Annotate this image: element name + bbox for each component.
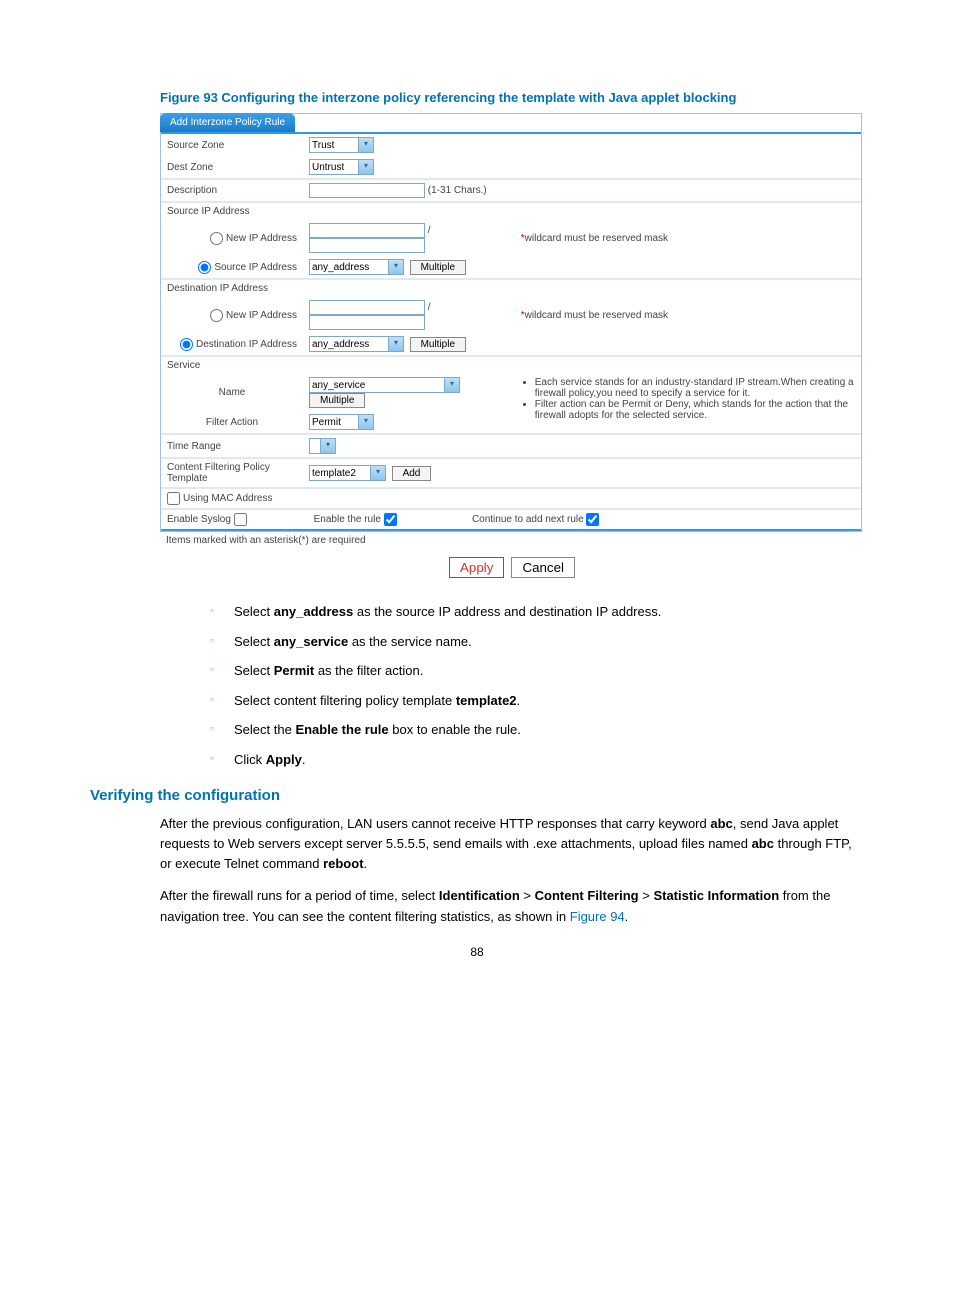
- label-source-zone: Source Zone: [161, 134, 303, 156]
- label-content-filter: Content Filtering Policy Template: [161, 459, 303, 487]
- service-multiple-button[interactable]: Multiple: [309, 393, 365, 408]
- chevron-down-icon: ▾: [358, 160, 373, 174]
- cancel-button[interactable]: Cancel: [511, 557, 575, 578]
- dst-new-ip-radio[interactable]: [210, 309, 223, 322]
- enable-rule-checkbox[interactable]: [384, 513, 397, 526]
- src-new-ip-radio[interactable]: [210, 232, 223, 245]
- filter-action-select[interactable]: ▾: [309, 414, 374, 430]
- using-mac-checkbox[interactable]: [167, 492, 180, 505]
- desc-hint: (1-31 Chars.): [428, 185, 487, 196]
- src-address-select[interactable]: ▾: [309, 259, 404, 275]
- chevron-down-icon: ▾: [320, 439, 335, 453]
- verify-para-2: After the firewall runs for a period of …: [160, 886, 864, 926]
- figure-94-link[interactable]: Figure 94: [570, 909, 625, 924]
- label-description: Description: [161, 180, 303, 201]
- src-mask-input[interactable]: [309, 238, 425, 253]
- figure-caption: Figure 93 Configuring the interzone poli…: [160, 90, 864, 105]
- template-add-button[interactable]: Add: [392, 466, 432, 481]
- dst-address-select[interactable]: ▾: [309, 336, 404, 352]
- label-time-range: Time Range: [161, 435, 303, 457]
- label-dest-zone: Dest Zone: [161, 156, 303, 178]
- apply-button[interactable]: Apply: [449, 557, 504, 578]
- src-address-radio[interactable]: [198, 261, 211, 274]
- chevron-down-icon: ▾: [388, 337, 403, 351]
- verify-para-1: After the previous configuration, LAN us…: [160, 814, 864, 874]
- dest-zone-select[interactable]: ▾: [309, 159, 374, 175]
- service-header: Service: [161, 357, 861, 374]
- chevron-down-icon: ▾: [358, 415, 373, 429]
- dst-ip-input[interactable]: [309, 300, 425, 315]
- chevron-down-icon: ▾: [388, 260, 403, 274]
- description-input[interactable]: [309, 183, 425, 198]
- config-panel: Add Interzone Policy Rule Source Zone ▾ …: [160, 113, 862, 532]
- dst-mask-input[interactable]: [309, 315, 425, 330]
- source-ip-header: Source IP Address: [161, 203, 861, 220]
- time-range-select[interactable]: ▾: [309, 438, 336, 454]
- dest-ip-header: Destination IP Address: [161, 280, 861, 297]
- src-multiple-button[interactable]: Multiple: [410, 260, 466, 275]
- enable-syslog-checkbox[interactable]: [234, 513, 247, 526]
- continue-add-checkbox[interactable]: [586, 513, 599, 526]
- service-select[interactable]: ▾: [309, 377, 460, 393]
- instructions-list: Select any_address as the source IP addr…: [160, 602, 864, 769]
- dst-address-radio[interactable]: [180, 338, 193, 351]
- chevron-down-icon: ▾: [444, 378, 459, 392]
- panel-tab[interactable]: Add Interzone Policy Rule: [160, 113, 295, 132]
- label-service-name: Name: [161, 374, 303, 411]
- template-select[interactable]: ▾: [309, 465, 386, 481]
- form-table: Source Zone ▾ Dest Zone ▾ Description (1…: [161, 134, 861, 529]
- required-note: Items marked with an asterisk(*) are req…: [160, 532, 864, 549]
- dst-multiple-button[interactable]: Multiple: [410, 337, 466, 352]
- page-number: 88: [0, 945, 954, 959]
- src-ip-input[interactable]: [309, 223, 425, 238]
- verify-heading: Verifying the configuration: [90, 787, 864, 804]
- chevron-down-icon: ▾: [370, 466, 385, 480]
- chevron-down-icon: ▾: [358, 138, 373, 152]
- source-zone-select[interactable]: ▾: [309, 137, 374, 153]
- label-filter-action: Filter Action: [161, 411, 303, 433]
- service-tips: Each service stands for an industry-stan…: [521, 377, 855, 421]
